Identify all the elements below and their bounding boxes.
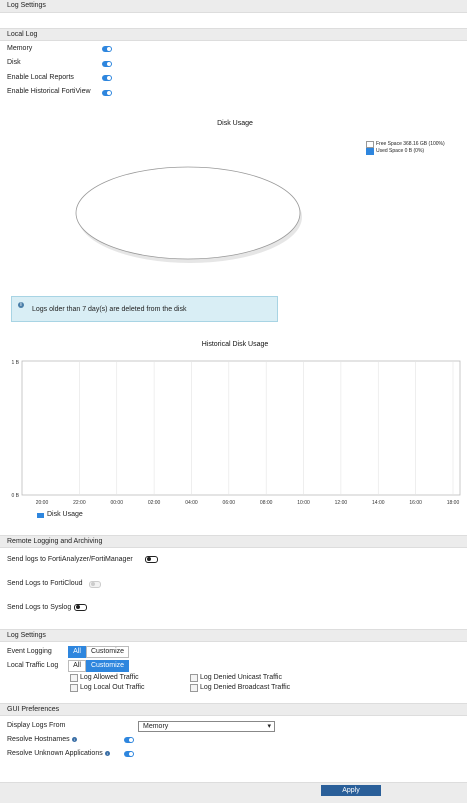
local-traffic-all-button[interactable]: All	[68, 660, 86, 672]
pie-free-slice	[75, 166, 301, 260]
retention-notice-text: Logs older than 7 day(s) are deleted fro…	[32, 306, 187, 313]
x-tick-label: 16:00	[409, 500, 422, 506]
x-tick-label: 10:00	[297, 500, 310, 506]
footer-bar	[0, 782, 467, 803]
log-settings-section-header: Log Settings	[0, 629, 467, 642]
log-local-out-label: Log Local Out Traffic	[80, 684, 145, 691]
log-denied-unicast-checkbox[interactable]	[190, 674, 198, 682]
log-settings-section-title: Log Settings	[7, 632, 46, 639]
legend-used-swatch	[366, 148, 374, 155]
syslog-label: Send Logs to Syslog	[7, 604, 72, 611]
disk-label: Disk	[7, 59, 21, 66]
log-denied-broadcast-checkbox[interactable]	[190, 684, 198, 692]
resolve-hostnames-label: Resolve Hostnames i	[7, 736, 77, 743]
display-logs-label: Display Logs From	[7, 722, 66, 729]
local-log-section-header: Local Log	[0, 28, 467, 41]
legend-free-swatch	[366, 141, 374, 148]
x-tick-label: 18:00	[447, 500, 460, 506]
x-tick-label: 02:00	[148, 500, 161, 506]
page-title: Log Settings	[7, 2, 46, 9]
y-tick-bottom: 0 B	[11, 493, 19, 499]
local-reports-toggle[interactable]	[102, 75, 112, 81]
memory-label: Memory	[7, 45, 33, 52]
y-tick-top: 1 B	[11, 360, 19, 366]
event-logging-all-button[interactable]: All	[68, 646, 86, 658]
historical-fortiview-toggle[interactable]	[102, 90, 112, 96]
chevron-down-icon: ▾	[267, 723, 271, 730]
forticloud-toggle[interactable]	[89, 581, 101, 588]
syslog-toggle[interactable]	[74, 604, 87, 611]
resolve-hostnames-toggle[interactable]	[124, 737, 134, 743]
fortianalyzer-label: Send logs to FortiAnalyzer/FortiManager	[7, 556, 133, 563]
remote-section-title: Remote Logging and Archiving	[7, 538, 103, 545]
chart-plot-area	[21, 360, 461, 496]
disk-usage-title: Disk Usage	[217, 120, 253, 127]
resolve-apps-toggle[interactable]	[124, 751, 134, 757]
x-tick-label: 08:00	[260, 500, 273, 506]
log-denied-broadcast-label: Log Denied Broadcast Traffic	[200, 684, 291, 691]
historical-legend-label: Disk Usage	[47, 511, 83, 518]
log-denied-unicast-label: Log Denied Unicast Traffic	[200, 674, 282, 681]
gui-section-title: GUI Preferences	[7, 706, 60, 713]
retention-notice: i Logs older than 7 day(s) are deleted f…	[11, 296, 278, 322]
x-tick-label: 14:00	[372, 500, 385, 506]
event-logging-label: Event Logging	[7, 648, 52, 655]
memory-toggle[interactable]	[102, 46, 112, 52]
legend-free-label: Free Space 368.16 GB (100%)	[376, 141, 445, 147]
historical-fortiview-label: Enable Historical FortiView	[7, 88, 91, 95]
x-tick-label: 00:00	[110, 500, 123, 506]
log-allowed-traffic-label: Log Allowed Traffic	[80, 674, 139, 681]
local-traffic-label: Local Traffic Log	[7, 662, 59, 669]
forticloud-label: Send Logs to FortiCloud	[7, 580, 83, 587]
local-reports-label: Enable Local Reports	[7, 74, 74, 81]
remote-section-header: Remote Logging and Archiving	[0, 535, 467, 548]
gui-section-header: GUI Preferences	[0, 703, 467, 716]
display-logs-value: Memory	[143, 723, 169, 730]
info-icon[interactable]: i	[104, 750, 110, 756]
resolve-apps-label: Resolve Unknown Applications i	[7, 750, 110, 757]
historical-chart-title: Historical Disk Usage	[201, 341, 269, 348]
x-tick-label: 06:00	[223, 500, 236, 506]
display-logs-select[interactable]: Memory ▾	[138, 721, 275, 732]
x-tick-label: 22:00	[73, 500, 86, 506]
legend-used-label: Used Space 0 B (0%)	[376, 148, 425, 154]
disk-usage-pie	[75, 166, 302, 263]
historical-legend-swatch	[37, 513, 44, 518]
log-allowed-traffic-checkbox[interactable]	[70, 674, 78, 682]
log-local-out-checkbox[interactable]	[70, 684, 78, 692]
x-tick-label: 04:00	[185, 500, 198, 506]
local-log-section-title: Local Log	[7, 31, 38, 38]
page-header: Log Settings	[0, 0, 467, 13]
info-icon: i	[18, 302, 24, 308]
apply-button[interactable]: Apply	[321, 785, 381, 796]
x-tick-label: 20:00	[36, 500, 49, 506]
info-icon[interactable]: i	[71, 736, 77, 742]
historical-chart: 20:00 22:00 00:00 02:00 04:00 06:00 08:00 10:00…	[11, 360, 461, 506]
x-tick-label: 12:00	[335, 500, 348, 506]
fortianalyzer-toggle[interactable]	[145, 556, 158, 563]
event-logging-customize-button[interactable]: Customize	[86, 646, 129, 658]
local-traffic-customize-button[interactable]: Customize	[86, 660, 129, 672]
resolve-hostnames-text: Resolve Hostnames	[7, 736, 70, 743]
disk-toggle[interactable]	[102, 61, 112, 67]
resolve-apps-text: Resolve Unknown Applications	[7, 750, 103, 757]
